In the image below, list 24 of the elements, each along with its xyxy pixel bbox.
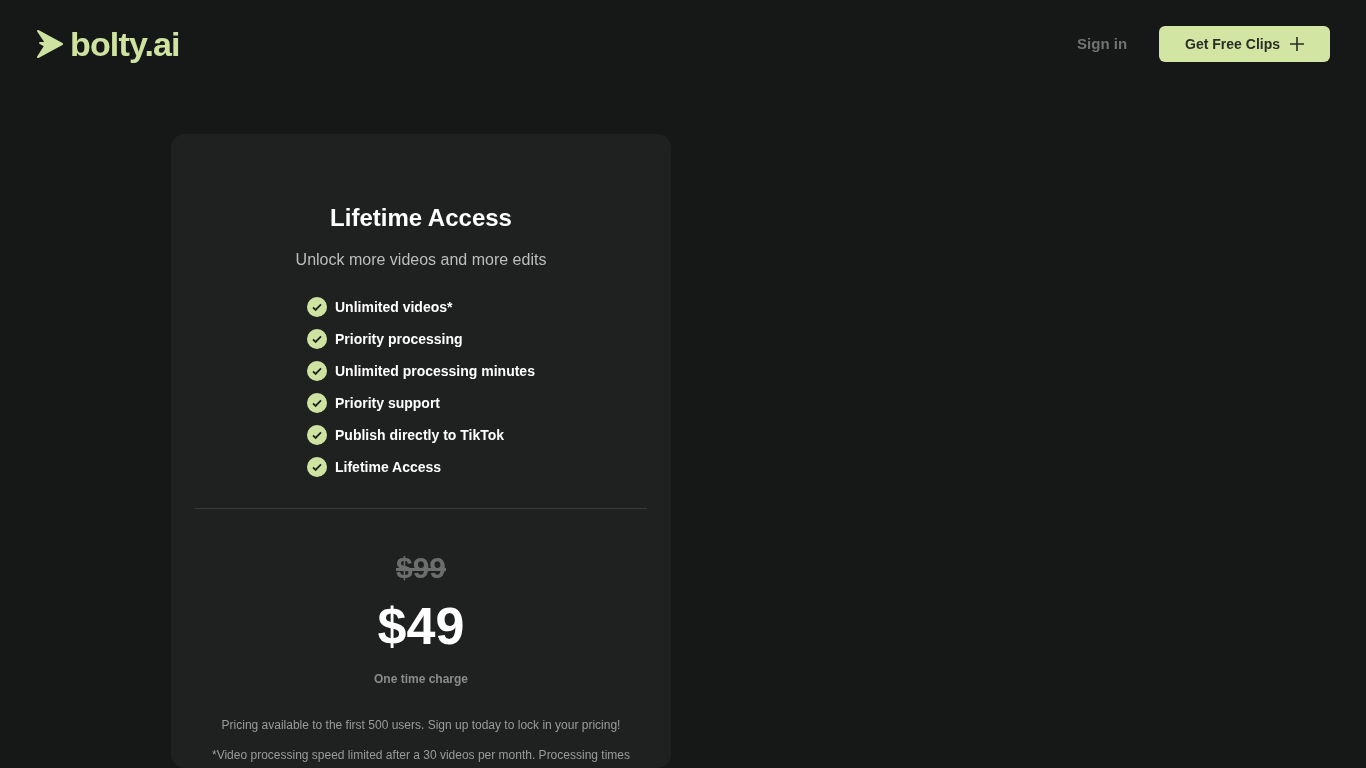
price: $49 (377, 600, 465, 652)
sign-in-link[interactable]: Sign in (1077, 32, 1128, 56)
original-price: $99 (395, 550, 447, 586)
plan-subtitle: Unlock more videos and more edits (295, 250, 547, 270)
price-note: One time charge (374, 671, 468, 688)
feature-text: Unlimited processing minutes (335, 361, 535, 381)
footnote: *Video processing speed limited after a 30 videos per month. Processing times (212, 748, 630, 762)
check-icon (307, 361, 327, 381)
check-icon (307, 425, 327, 445)
feature-text: Publish directly to TikTok (335, 425, 505, 445)
check-icon (307, 393, 327, 413)
logo-text[interactable]: bolty.ai (70, 27, 180, 61)
feature-text: Priority processing (335, 329, 463, 349)
plus-icon (1290, 37, 1304, 51)
plan-title: Lifetime Access (330, 203, 512, 233)
check-icon (307, 297, 327, 317)
get-free-clips-button[interactable]: Get Free Clips (1159, 26, 1330, 62)
logo-icon (36, 29, 64, 59)
feature-text: Priority support (335, 393, 440, 413)
check-icon (307, 457, 327, 477)
feature-text: Lifetime Access (335, 457, 442, 477)
pricing-notice: Pricing available to the first 500 users. Sign up today to lock in your pricing! (221, 718, 621, 732)
check-icon (307, 329, 327, 349)
feature-text: Unlimited videos* (335, 297, 453, 317)
